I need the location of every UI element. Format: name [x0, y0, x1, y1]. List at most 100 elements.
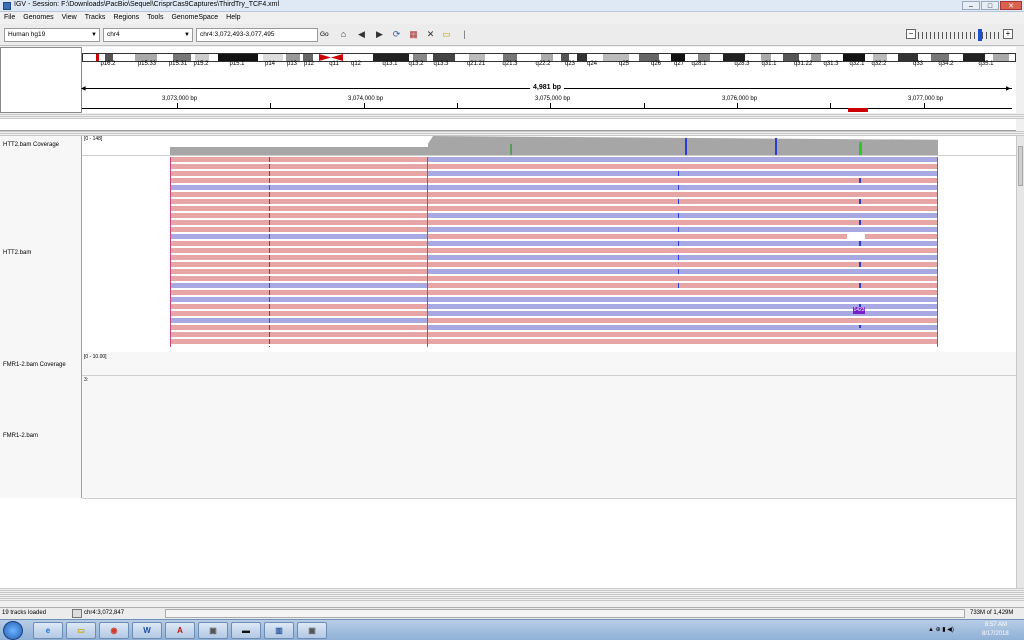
terminal-icon[interactable]: ▬ — [231, 622, 261, 639]
position-status: chr4:3,072,847 — [84, 610, 125, 616]
panel-divider[interactable] — [0, 588, 1024, 602]
internet-explorer-icon[interactable]: e — [33, 622, 63, 639]
coverage-snp — [510, 144, 512, 155]
tick-label: 3,074,000 bp — [348, 96, 384, 102]
centromere-p — [319, 54, 331, 61]
band-label: p15.33 — [137, 61, 157, 67]
track-name-htt2-bam[interactable]: HTT2.bam — [3, 250, 31, 256]
forward-arrow-icon[interactable]: ▶ — [373, 28, 386, 41]
message-box — [165, 609, 965, 618]
genomic-ruler[interactable]: ◀ ▶ 4,981 bp 3,073,000 bp 3,074,000 bp 3… — [81, 82, 1016, 112]
insertion-label[interactable]: 1423 — [853, 307, 865, 314]
toolbar: Human hg19 ▼ chr4 ▼ chr4:3,072,493-3,077… — [0, 24, 1024, 46]
refresh-icon[interactable]: ⟳ — [390, 28, 403, 41]
band-label: q28.3 — [734, 61, 750, 67]
band-label: q32.1 — [849, 61, 865, 67]
band-label: q32.2 — [871, 61, 887, 67]
remote-desktop-icon[interactable]: ▣ — [297, 622, 327, 639]
band-label: q33 — [912, 61, 924, 67]
word-icon[interactable]: W — [132, 622, 162, 639]
menu-regions[interactable]: Regions — [109, 12, 143, 24]
maximize-button[interactable]: □ — [981, 1, 999, 10]
windows-taskbar: e ▭ ◉ W A ▣ ▬ ▥ ▣ ▲ ⊕ ▮ ◀) 8:57 AM 8/17/… — [0, 619, 1024, 640]
coverage-bar[interactable] — [170, 147, 428, 155]
file-explorer-icon[interactable]: ▭ — [66, 622, 96, 639]
fmr1-data-panel[interactable]: [0 - 10.00] 3: — [82, 352, 1016, 588]
alignment-reads[interactable] — [82, 157, 1016, 351]
fmr1-scrollbar[interactable] — [1016, 352, 1024, 588]
menu-genomespace[interactable]: GenomeSpace — [167, 12, 222, 24]
zoom-scale[interactable] — [918, 32, 1000, 39]
locus-input[interactable]: chr4:3,072,493-3,077,495 — [196, 28, 318, 42]
status-icon — [72, 609, 82, 618]
band-label: q34.2 — [938, 61, 954, 67]
band-label: p15.2 — [193, 61, 209, 67]
acrobat-icon[interactable]: A — [165, 622, 195, 639]
zoom-out-icon[interactable]: − — [906, 29, 916, 39]
menu-tracks[interactable]: Tracks — [81, 12, 110, 24]
name-panel-header — [0, 47, 82, 113]
coverage-snp — [775, 138, 777, 155]
band-label: p14 — [264, 61, 276, 67]
chrome-icon[interactable]: ◉ — [99, 622, 129, 639]
band-label: q23 — [564, 61, 576, 67]
track-name-fmr1-bam[interactable]: FMR1-2.bam — [3, 433, 38, 439]
window-title: IGV - Session: F:\Downloads\PacBio\Seque… — [14, 1, 280, 8]
arrow-left-icon: ◀ — [81, 86, 86, 92]
close-button[interactable]: ✕ — [1000, 1, 1022, 10]
empty-panel — [0, 119, 1016, 131]
chromosome-select[interactable]: chr4 ▼ — [103, 28, 193, 42]
htt2-data-panel[interactable]: [0 - 148] 1423 — [82, 136, 1016, 352]
band-label: q31.1 — [761, 61, 777, 67]
clock-date[interactable]: 8/17/2018 — [982, 631, 1009, 637]
menu-bar: File Genomes View Tracks Regions Tools G… — [0, 12, 1024, 24]
zoom-level-marker — [978, 29, 982, 41]
status-bar: 19 tracks loaded chr4:3,072,847 733M of … — [0, 607, 1024, 619]
band-label: q25 — [618, 61, 630, 67]
band-label: q27 — [673, 61, 685, 67]
track-name-htt2-coverage[interactable]: HTT2.bam Coverage — [3, 142, 59, 148]
band-label: p13 — [286, 61, 298, 67]
arrow-right-icon: ▶ — [1006, 86, 1011, 92]
tracks-loaded-status: 19 tracks loaded — [2, 610, 47, 616]
centromere-q — [331, 54, 343, 61]
genome-value: Human hg19 — [8, 31, 46, 38]
memory-status: 733M of 1,429M — [970, 610, 1014, 616]
menu-help[interactable]: Help — [222, 12, 244, 24]
htt2-scrollbar[interactable] — [1016, 136, 1024, 352]
tick-label: 3,075,000 bp — [535, 96, 571, 102]
region-navigator-icon[interactable]: ▦ — [407, 28, 420, 41]
go-button[interactable]: Go — [320, 31, 329, 38]
zoom-in-icon[interactable]: + — [1003, 29, 1013, 39]
chromosome-value: chr4 — [107, 31, 120, 38]
popup-info-icon[interactable]: ▭ — [440, 28, 453, 41]
start-button[interactable] — [3, 621, 23, 640]
band-label: q26 — [650, 61, 662, 67]
band-label: q21.3 — [502, 61, 518, 67]
coverage-range: [0 - 10.00] — [84, 354, 107, 360]
menu-view[interactable]: View — [58, 12, 81, 24]
tick-label: 3,077,000 bp — [908, 96, 944, 102]
band-label: p16.2 — [100, 61, 116, 67]
home-icon[interactable]: ⌂ — [337, 28, 350, 41]
resize-icon[interactable]: ✕ — [424, 28, 437, 41]
menu-file[interactable]: File — [0, 12, 19, 24]
ruler-icon[interactable]: | — [458, 28, 471, 41]
igv-app-icon — [3, 2, 11, 10]
igv-taskbar-icon[interactable]: ▥ — [264, 622, 294, 639]
clock-time[interactable]: 8:57 AM — [985, 622, 1007, 628]
network-app-icon[interactable]: ▣ — [198, 622, 228, 639]
band-label: q22.2 — [535, 61, 551, 67]
band-label: q13.2 — [408, 61, 424, 67]
chevron-down-icon: ▼ — [91, 32, 97, 38]
menu-tools[interactable]: Tools — [143, 12, 167, 24]
back-arrow-icon[interactable]: ◀ — [355, 28, 368, 41]
minimize-button[interactable]: – — [962, 1, 980, 10]
genome-select[interactable]: Human hg19 ▼ — [4, 28, 100, 42]
coverage-range: [0 - 148] — [84, 136, 103, 142]
track-name-fmr1-coverage[interactable]: FMR1-2.bam Coverage — [3, 362, 66, 368]
menu-genomes[interactable]: Genomes — [19, 12, 57, 24]
band-label: q12 — [350, 61, 362, 67]
tray-icons[interactable]: ▲ ⊕ ▮ ◀) — [928, 626, 954, 633]
region-of-interest-marker[interactable] — [848, 108, 868, 112]
